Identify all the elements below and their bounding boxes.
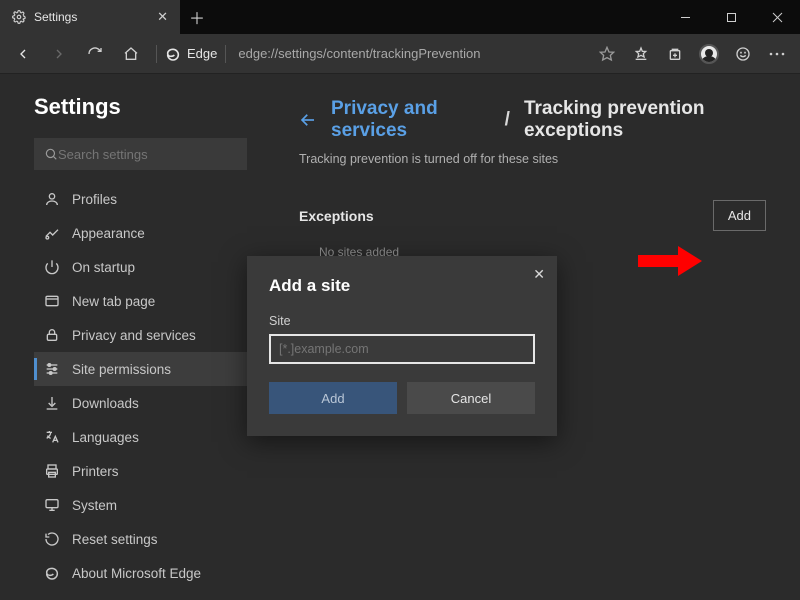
system-icon [44, 497, 60, 513]
download-icon [44, 395, 60, 411]
appearance-icon [44, 225, 60, 241]
feedback-button[interactable] [726, 38, 760, 70]
sidebar-item-label: New tab page [72, 294, 155, 309]
minimize-button[interactable] [662, 0, 708, 34]
exceptions-section-header: Exceptions Add [299, 200, 766, 231]
sidebar-title: Settings [34, 94, 247, 120]
back-button[interactable] [6, 38, 40, 70]
maximize-button[interactable] [708, 0, 754, 34]
add-button[interactable]: Add [713, 200, 766, 231]
language-icon [44, 429, 60, 445]
lock-icon [44, 327, 60, 343]
forward-button [42, 38, 76, 70]
breadcrumb-current: Tracking prevention exceptions [524, 98, 766, 142]
search-input[interactable] [58, 147, 237, 162]
refresh-button[interactable] [78, 38, 112, 70]
menu-button[interactable] [760, 38, 794, 70]
sidebar-item-label: Privacy and services [72, 328, 196, 343]
sidebar-item-languages[interactable]: Languages [34, 420, 247, 454]
search-icon [44, 147, 58, 161]
sidebar-item-label: Languages [72, 430, 139, 445]
avatar-icon [699, 44, 719, 64]
breadcrumb-back-icon[interactable] [299, 111, 317, 129]
section-title: Exceptions [299, 208, 374, 224]
edge-icon [44, 565, 60, 581]
power-icon [44, 259, 60, 275]
dialog-close-icon[interactable]: ✕ [533, 266, 545, 283]
sidebar-item-label: Site permissions [72, 362, 171, 377]
browser-tab[interactable]: Settings ✕ [0, 0, 180, 34]
sidebar-item-on-startup[interactable]: On startup [34, 250, 247, 284]
sidebar-item-about-microsoft-edge[interactable]: About Microsoft Edge [34, 556, 247, 590]
new-tab-button[interactable]: ＋ [180, 0, 214, 34]
sidebar-item-label: About Microsoft Edge [72, 566, 201, 581]
add-site-dialog: ✕ Add a site Site Add Cancel [247, 256, 557, 436]
favorites-list-button[interactable] [624, 38, 658, 70]
address-bar: Edge edge://settings/content/trackingPre… [0, 34, 800, 74]
dialog-add-button[interactable]: Add [269, 382, 397, 414]
sidebar-item-label: Downloads [72, 396, 139, 411]
gear-icon [12, 10, 26, 24]
profile-button[interactable] [692, 38, 726, 70]
sidebar-item-new-tab-page[interactable]: New tab page [34, 284, 247, 318]
sidebar-item-label: System [72, 498, 117, 513]
sidebar-item-label: On startup [72, 260, 135, 275]
sidebar-item-label: Profiles [72, 192, 117, 207]
separator [156, 45, 157, 63]
separator [225, 45, 226, 63]
breadcrumb: Privacy and services / Tracking preventi… [299, 98, 766, 142]
home-button[interactable] [114, 38, 148, 70]
sidebar-item-reset-settings[interactable]: Reset settings [34, 522, 247, 556]
sidebar-item-profiles[interactable]: Profiles [34, 182, 247, 216]
window-close-button[interactable] [754, 0, 800, 34]
dialog-cancel-button[interactable]: Cancel [407, 382, 535, 414]
window-controls [662, 0, 800, 34]
dialog-title: Add a site [269, 276, 535, 296]
collections-button[interactable] [658, 38, 692, 70]
printer-icon [44, 463, 60, 479]
profile-icon [44, 191, 60, 207]
sidebar-search[interactable] [34, 138, 247, 170]
breadcrumb-link[interactable]: Privacy and services [331, 98, 491, 142]
title-bar: Settings ✕ ＋ [0, 0, 800, 34]
sidebar-item-printers[interactable]: Printers [34, 454, 247, 488]
sidebar-item-label: Reset settings [72, 532, 158, 547]
edge-icon [165, 46, 181, 62]
permissions-icon [44, 361, 60, 377]
sidebar-item-label: Printers [72, 464, 119, 479]
dialog-buttons: Add Cancel [269, 382, 535, 414]
reset-icon [44, 531, 60, 547]
sidebar-item-label: Appearance [72, 226, 145, 241]
page-description: Tracking prevention is turned off for th… [299, 152, 766, 166]
breadcrumb-separator: / [505, 109, 510, 131]
url-text[interactable]: edge://settings/content/trackingPreventi… [238, 46, 480, 61]
sidebar-item-appearance[interactable]: Appearance [34, 216, 247, 250]
site-identity[interactable]: Edge [165, 46, 217, 62]
dialog-field-label: Site [269, 314, 535, 328]
tab-title: Settings [34, 10, 77, 24]
site-identity-label: Edge [187, 46, 217, 61]
annotation-arrow-icon [638, 246, 702, 276]
sidebar-item-privacy-and-services[interactable]: Privacy and services [34, 318, 247, 352]
sidebar-nav: Profiles Appearance On startup New tab page… [34, 182, 247, 590]
newtab-icon [44, 293, 60, 309]
sidebar-item-site-permissions[interactable]: Site permissions [34, 352, 247, 386]
favorite-button[interactable] [590, 38, 624, 70]
sidebar-item-system[interactable]: System [34, 488, 247, 522]
sidebar-item-downloads[interactable]: Downloads [34, 386, 247, 420]
settings-sidebar: Settings Profiles Appearance On startup New… [0, 74, 265, 600]
site-input[interactable] [269, 334, 535, 364]
tab-close-icon[interactable]: ✕ [157, 9, 168, 25]
